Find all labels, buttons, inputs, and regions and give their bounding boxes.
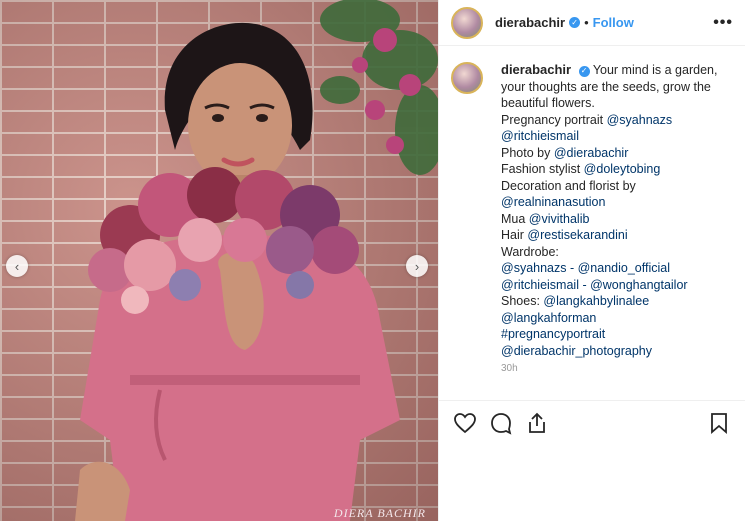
post-side-panel: dierabachir ✓ • Follow ••• dierabachir ✓… bbox=[438, 0, 745, 521]
caption-line: Hair @restisekarandini bbox=[501, 228, 628, 242]
caption-line: @realninanasution bbox=[501, 194, 737, 211]
more-options-icon[interactable]: ••• bbox=[713, 14, 733, 32]
comment-icon[interactable] bbox=[489, 411, 513, 435]
caption-line: @ritchieismail bbox=[501, 128, 737, 145]
caption-line: @ritchieismail - @wonghangtailor bbox=[501, 277, 737, 294]
post-header: dierabachir ✓ • Follow ••• bbox=[439, 0, 745, 46]
caption-line: @syahnazs - @nandio_official bbox=[501, 260, 737, 277]
caption-text: dierabachir ✓ Your mind is a garden, you… bbox=[501, 62, 737, 397]
mention-link[interactable]: @ritchieismail - @wonghangtailor bbox=[501, 278, 688, 292]
mention-link[interactable]: @langkahbylinalee bbox=[543, 294, 649, 308]
photo-watermark: DIERA BACHIR bbox=[333, 506, 426, 520]
caption-line: Wardrobe: bbox=[501, 244, 559, 259]
header-username[interactable]: dierabachir bbox=[495, 15, 565, 30]
mention-link[interactable]: @dierabachir_photography bbox=[501, 344, 652, 358]
caption-line: Photo by @dierabachir bbox=[501, 145, 629, 160]
caption-area: dierabachir ✓ Your mind is a garden, you… bbox=[451, 62, 737, 397]
mention-link[interactable]: @syahnazs - @nandio_official bbox=[501, 261, 670, 275]
follow-button[interactable]: Follow bbox=[593, 15, 634, 30]
mention-link[interactable]: @doleytobing bbox=[584, 162, 661, 176]
verified-badge-icon: ✓ bbox=[569, 17, 581, 28]
share-icon[interactable] bbox=[525, 411, 549, 435]
caption-username[interactable]: dierabachir bbox=[501, 62, 571, 77]
caption-line: Mua @vivithalib bbox=[501, 211, 590, 226]
verified-badge-icon: ✓ bbox=[578, 65, 590, 77]
separator-dot: • bbox=[584, 15, 589, 30]
bookmark-icon[interactable] bbox=[707, 411, 731, 435]
carousel-prev-button[interactable]: ‹ bbox=[6, 255, 28, 277]
post-actions-bar bbox=[439, 400, 745, 444]
avatar[interactable] bbox=[451, 6, 483, 39]
mention-link[interactable]: @langkahforman bbox=[501, 311, 596, 325]
portrait-illustration bbox=[75, 0, 438, 521]
chevron-left-icon: ‹ bbox=[14, 258, 20, 274]
post-timestamp: 30h bbox=[501, 363, 518, 374]
heart-icon[interactable] bbox=[453, 411, 477, 435]
caption-line: @dierabachir_photography bbox=[501, 343, 737, 360]
post-photo[interactable]: ‹ › DIERA BACHIR bbox=[0, 0, 438, 521]
caption-line: Decoration and florist by bbox=[501, 178, 636, 193]
mention-link[interactable]: @vivithalib bbox=[529, 212, 590, 226]
caption-avatar[interactable] bbox=[451, 62, 483, 94]
caption-line: @langkahforman bbox=[501, 310, 737, 327]
mention-link[interactable]: @syahnazs bbox=[607, 113, 673, 127]
mention-link[interactable]: @ritchieismail bbox=[501, 129, 579, 143]
caption-line: Fashion stylist @doleytobing bbox=[501, 162, 661, 176]
caption-line: #pregnancyportrait bbox=[501, 326, 737, 343]
caption-line: Pregnancy portrait @syahnazs bbox=[501, 112, 673, 127]
carousel-next-button[interactable]: › bbox=[406, 255, 428, 277]
mention-link[interactable]: @restisekarandini bbox=[527, 228, 627, 242]
mention-link[interactable]: @realninanasution bbox=[501, 195, 605, 209]
chevron-right-icon: › bbox=[414, 258, 420, 274]
hashtag-link[interactable]: #pregnancyportrait bbox=[501, 327, 605, 341]
mention-link[interactable]: @dierabachir bbox=[554, 146, 629, 160]
caption-line: Shoes: @langkahbylinalee bbox=[501, 294, 650, 308]
